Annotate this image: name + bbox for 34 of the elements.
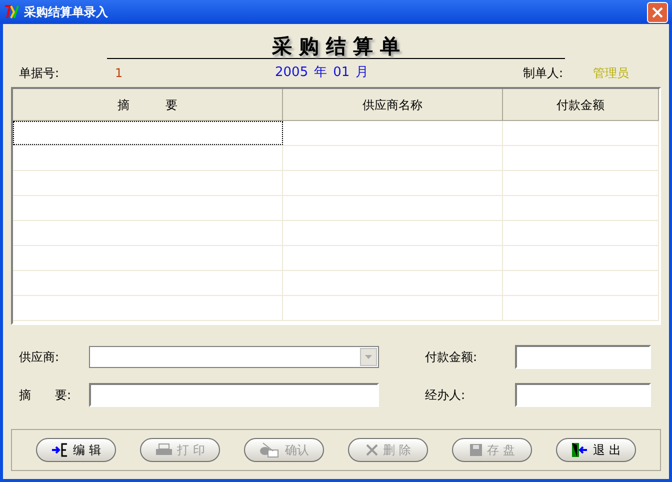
month-unit: 月 <box>356 64 369 82</box>
summary-field[interactable] <box>89 383 379 407</box>
printer-icon <box>155 443 174 457</box>
handler-label: 经办人: <box>425 387 466 404</box>
summary-label: 摘 要: <box>19 387 72 404</box>
edit-button[interactable]: 编 辑 <box>36 438 116 462</box>
cross-icon <box>365 443 380 457</box>
app-icon <box>4 4 20 20</box>
floppy-icon <box>469 443 484 457</box>
hand-icon <box>259 442 281 458</box>
insert-icon <box>51 443 70 457</box>
supplier-label: 供应商: <box>19 349 60 366</box>
column-header[interactable]: 付款金额 <box>503 89 659 121</box>
amount-field[interactable] <box>515 345 651 369</box>
supplier-dropdown[interactable] <box>89 346 379 368</box>
window-title: 采购结算单录入 <box>24 4 109 21</box>
form-heading: 采 购 结 算 单 <box>107 34 565 59</box>
year-unit: 年 <box>314 64 328 82</box>
month-value: 01 <box>333 64 350 82</box>
doc-number-label: 单据号: <box>19 65 60 82</box>
focused-cell[interactable] <box>13 121 283 145</box>
doc-number: 1 <box>115 65 124 82</box>
close-button[interactable] <box>647 2 668 22</box>
amount-label: 付款金额: <box>425 349 478 366</box>
handler-field[interactable] <box>515 383 651 407</box>
door-icon <box>571 442 590 458</box>
column-header[interactable]: 摘 要 <box>13 89 283 121</box>
year-value: 2005 <box>275 64 308 82</box>
close-icon <box>652 6 663 18</box>
maker-label: 制单人: <box>523 65 564 82</box>
exit-button[interactable]: 退 出 <box>556 438 636 462</box>
dropdown-arrow-icon <box>365 355 372 359</box>
column-header[interactable]: 供应商名称 <box>283 89 503 121</box>
maker-name: 管理员 <box>593 65 630 82</box>
